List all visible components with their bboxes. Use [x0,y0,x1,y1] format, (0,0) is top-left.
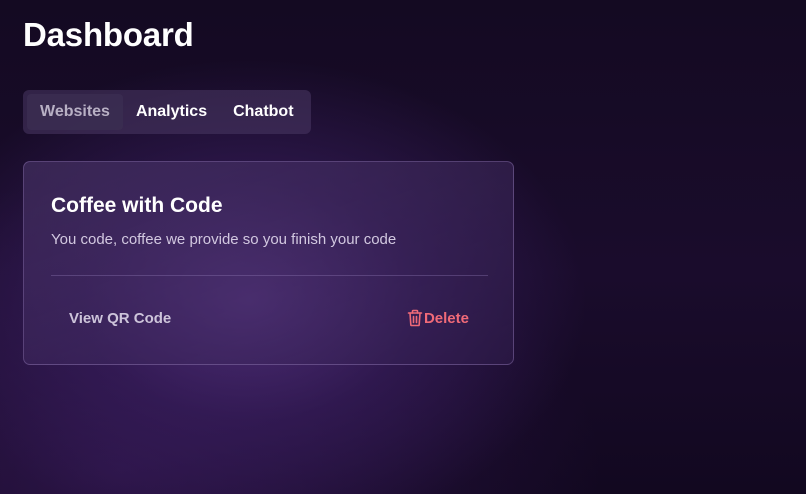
view-qr-code-button[interactable]: View QR Code [51,300,189,336]
website-card: Coffee with Code You code, coffee we pro… [23,161,514,365]
page-title: Dashboard [23,16,194,53]
card-divider [51,275,488,276]
trash-icon [407,309,423,327]
website-description: You code, coffee we provide so you finis… [51,231,397,248]
tab-bar: Websites Analytics Chatbot [23,90,311,134]
tab-chatbot[interactable]: Chatbot [220,94,306,130]
delete-button[interactable]: Delete [407,300,469,336]
tab-websites[interactable]: Websites [27,94,123,130]
delete-label: Delete [423,309,469,327]
tab-analytics[interactable]: Analytics [123,94,220,130]
website-name: Coffee with Code [51,194,223,217]
